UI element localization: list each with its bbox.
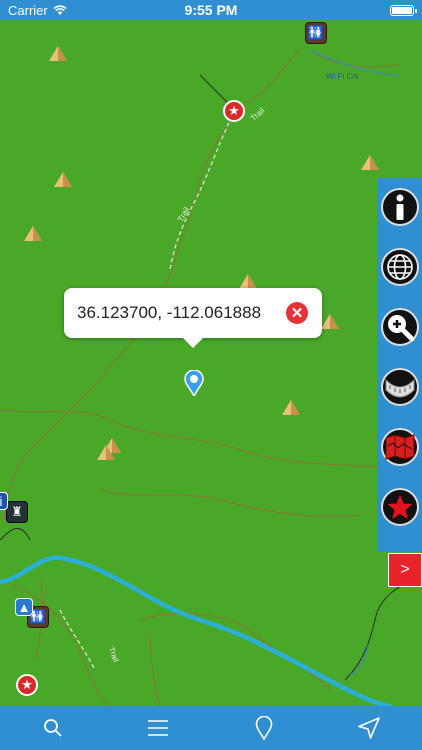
menu-button[interactable]	[138, 708, 178, 748]
peak-icon[interactable]	[321, 314, 339, 329]
terrain-lines	[0, 49, 422, 706]
peak-icon[interactable]	[239, 274, 257, 289]
status-bar: Carrier 9:55 PM	[0, 0, 422, 20]
peak-icon[interactable]	[54, 172, 72, 187]
location-pin-icon	[255, 716, 273, 740]
carrier-label: Carrier	[8, 2, 48, 18]
search-button[interactable]	[33, 708, 73, 748]
peak-icon[interactable]	[282, 400, 300, 415]
campground-star-icon[interactable]: ★	[223, 100, 245, 122]
search-icon	[43, 719, 62, 737]
zoom-button[interactable]	[381, 308, 419, 346]
campground-star-icon[interactable]: ★	[16, 674, 38, 696]
info-button[interactable]	[381, 188, 419, 226]
info-icon	[396, 194, 404, 220]
menu-icon	[148, 720, 169, 736]
measure-button[interactable]	[381, 368, 419, 406]
battery-icon	[390, 4, 417, 16]
lookout-tower-icon[interactable]: ♜	[6, 501, 28, 523]
restroom-icon[interactable]: 🚻	[305, 22, 327, 44]
creek-label: Wi Fi Crk	[326, 72, 359, 81]
coordinate-popup[interactable]: 36.123700, -112.061888 ✕	[64, 288, 322, 348]
expand-label: >	[400, 561, 410, 578]
coordinate-text: 36.123700, -112.061888	[77, 303, 262, 322]
bottom-tab-bar	[0, 706, 422, 750]
star-icon	[387, 495, 413, 519]
globe-button[interactable]	[381, 248, 419, 286]
clock: 9:55 PM	[184, 2, 238, 18]
trailhead-icon[interactable]: ▲	[15, 598, 33, 616]
close-icon: ✕	[290, 305, 304, 322]
map-view[interactable]: Wi Fi Crk Trail Trail Trail 🚻 ★ ♜ 🚻 ▲ ★ …	[0, 20, 422, 706]
peak-icon[interactable]	[24, 226, 42, 241]
expand-panel-button[interactable]: >	[388, 553, 422, 587]
ruler-icon	[385, 378, 415, 398]
status-left: Carrier	[8, 3, 67, 18]
zoom-in-icon	[388, 315, 415, 342]
close-popup-button[interactable]: ✕	[286, 302, 308, 324]
info-sign-icon[interactable]: i	[0, 492, 8, 510]
dropped-pin-icon[interactable]	[184, 370, 204, 396]
map-layers-button[interactable]	[381, 428, 419, 466]
peak-icon[interactable]	[361, 155, 379, 170]
wifi-icon	[53, 4, 67, 15]
navigation-arrow-icon	[358, 717, 381, 739]
favorites-button[interactable]	[381, 488, 419, 526]
navigate-button[interactable]	[349, 708, 389, 748]
peak-icon[interactable]	[97, 445, 115, 460]
river	[0, 555, 393, 706]
peak-icon[interactable]	[49, 46, 67, 61]
drop-pin-button[interactable]	[244, 708, 284, 748]
globe-icon	[387, 254, 413, 280]
tool-panel	[377, 178, 422, 552]
folded-map-icon	[385, 434, 415, 460]
